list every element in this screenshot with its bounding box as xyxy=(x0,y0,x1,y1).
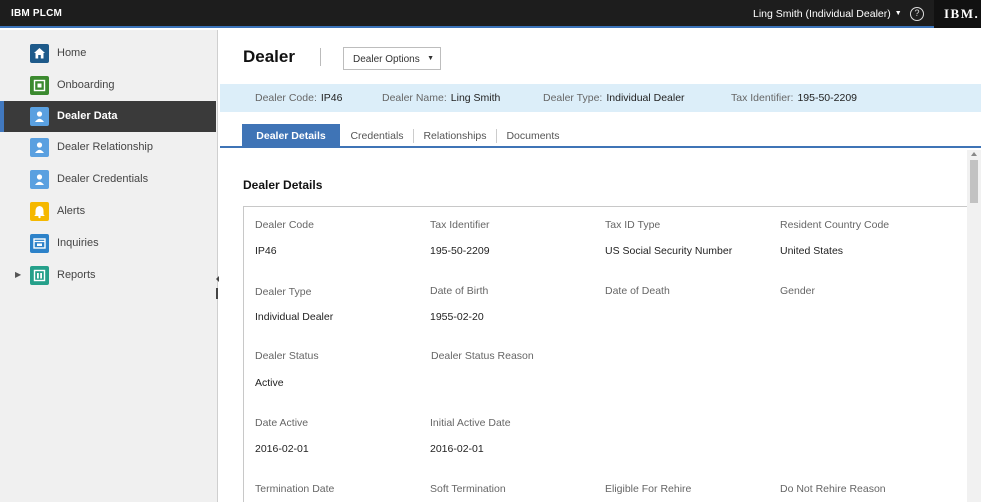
sidebar-item-alerts[interactable]: Alerts xyxy=(0,196,216,227)
sidebar-item-onboarding[interactable]: Onboarding xyxy=(0,70,216,101)
home-icon xyxy=(30,44,49,63)
user-menu[interactable]: Ling Smith (Individual Dealer) ▼ xyxy=(753,8,902,20)
sidebar-item-inquiries[interactable]: Inquiries xyxy=(0,228,216,259)
field-value-tax-id-type: US Social Security Number xyxy=(605,245,733,257)
summary-label: Tax Identifier: xyxy=(731,92,794,104)
collapse-arrow-icon xyxy=(216,276,219,282)
top-bar: IBM PLCM Ling Smith (Individual Dealer) ▼… xyxy=(0,0,981,28)
tab-dealer-details[interactable]: Dealer Details xyxy=(242,124,340,147)
app-brand: IBM PLCM xyxy=(11,8,63,19)
sidebar-item-label: Dealer Credentials xyxy=(57,173,149,185)
section-title: Dealer Details xyxy=(243,178,323,192)
summary-value: Individual Dealer xyxy=(606,92,685,104)
field-value-dealer-type: Individual Dealer xyxy=(255,311,334,323)
chevron-down-icon: ▼ xyxy=(427,55,434,62)
sidebar-item-label: Dealer Data xyxy=(57,110,118,122)
summary-label: Dealer Name: xyxy=(382,92,447,104)
field-label: Eligible For Rehire xyxy=(605,483,692,495)
field-value-initial-active-date: 2016-02-01 xyxy=(430,443,484,455)
credentials-icon xyxy=(30,170,49,189)
sidebar: Home Onboarding Dealer Data Dealer Relat… xyxy=(0,30,219,502)
field-value-dealer-status: Active xyxy=(255,377,284,389)
splitter-handle xyxy=(216,288,218,299)
scrollbar-thumb[interactable] xyxy=(970,160,978,203)
title-divider xyxy=(320,48,321,66)
field-label: Date of Birth xyxy=(430,285,489,297)
sidebar-item-label: Onboarding xyxy=(57,79,115,91)
field-value-resident-country-code: United States xyxy=(780,245,844,257)
tab-documents[interactable]: Documents xyxy=(501,124,565,147)
tab-divider xyxy=(413,129,414,143)
summary-value: Ling Smith xyxy=(450,92,501,104)
field-label: Date of Death xyxy=(605,285,670,297)
sidebar-item-reports[interactable]: ▶ Reports xyxy=(0,260,216,291)
sidebar-item-label: Alerts xyxy=(57,205,86,217)
onboarding-icon xyxy=(30,76,49,95)
scroll-up-arrow-icon[interactable] xyxy=(971,152,977,156)
field-label: Do Not Rehire Reason xyxy=(780,483,886,495)
dealer-details-card: Dealer Code IP46 Tax Identifier 195-50-2… xyxy=(243,206,973,502)
field-label: Termination Date xyxy=(255,483,335,495)
main-content: Dealer Dealer Options ▼ Dealer Code: IP46… xyxy=(220,30,981,502)
field-label: Dealer Status Reason xyxy=(431,350,534,362)
sidebar-item-label: Reports xyxy=(57,269,96,281)
relationship-icon xyxy=(30,138,49,157)
field-label: Dealer Status xyxy=(255,350,319,362)
summary-value: IP46 xyxy=(320,92,343,104)
dealer-options-select[interactable]: Dealer Options ▼ xyxy=(343,47,441,70)
page-title: Dealer xyxy=(243,47,295,66)
tab-divider xyxy=(496,129,497,143)
field-value-dealer-code: IP46 xyxy=(255,245,277,257)
summary-tax-identifier: Tax Identifier: 195-50-2209 xyxy=(731,92,857,104)
sidebar-item-label: Home xyxy=(57,47,87,59)
summary-dealer-type: Dealer Type: Individual Dealer xyxy=(543,92,685,104)
summary-value: 195-50-2209 xyxy=(797,92,858,104)
field-label: Dealer Code xyxy=(255,219,314,231)
sidebar-splitter[interactable] xyxy=(214,276,219,300)
expand-arrow-icon[interactable]: ▶ xyxy=(15,270,21,279)
summary-dealer-name: Dealer Name: Ling Smith xyxy=(382,92,500,104)
help-icon[interactable]: ? xyxy=(910,7,924,21)
field-value-tax-identifier: 195-50-2209 xyxy=(430,245,490,257)
field-label: Dealer Type xyxy=(255,286,312,298)
field-value-date-of-birth: 1955-02-20 xyxy=(430,311,484,323)
field-label: Tax ID Type xyxy=(605,219,661,231)
field-label: Tax Identifier xyxy=(430,219,490,231)
sidebar-item-home[interactable]: Home xyxy=(0,38,216,69)
dealer-icon xyxy=(30,107,49,126)
dealer-options-value: Dealer Options xyxy=(353,54,420,65)
inquiries-icon xyxy=(30,234,49,253)
dealer-summary-bar: Dealer Code: IP46 Dealer Name: Ling Smith … xyxy=(220,84,981,112)
sidebar-item-dealer-data[interactable]: Dealer Data xyxy=(0,101,216,132)
field-label: Date Active xyxy=(255,417,309,429)
field-label: Gender xyxy=(780,285,816,297)
ibm-logo: IBM. xyxy=(934,0,981,28)
sidebar-item-label: Dealer Relationship xyxy=(57,141,153,153)
summary-dealer-code: Dealer Code: IP46 xyxy=(255,92,342,104)
summary-label: Dealer Type: xyxy=(543,92,603,104)
reports-icon xyxy=(30,266,49,285)
bell-icon xyxy=(30,202,49,221)
sidebar-item-label: Inquiries xyxy=(57,237,99,249)
tab-relationships[interactable]: Relationships xyxy=(418,124,492,147)
user-name: Ling Smith (Individual Dealer) xyxy=(753,8,891,20)
field-label: Soft Termination xyxy=(430,483,506,495)
tab-bar: Dealer Details Credentials Relationships… xyxy=(220,124,981,148)
vertical-scrollbar[interactable] xyxy=(967,150,981,502)
field-value-date-active: 2016-02-01 xyxy=(255,443,309,455)
sidebar-item-dealer-relationship[interactable]: Dealer Relationship xyxy=(0,132,216,163)
sidebar-item-dealer-credentials[interactable]: Dealer Credentials xyxy=(0,164,216,195)
tab-credentials[interactable]: Credentials xyxy=(344,124,410,147)
summary-label: Dealer Code: xyxy=(255,92,317,104)
field-label: Initial Active Date xyxy=(430,417,511,429)
chevron-down-icon: ▼ xyxy=(894,10,902,17)
field-label: Resident Country Code xyxy=(780,219,890,231)
